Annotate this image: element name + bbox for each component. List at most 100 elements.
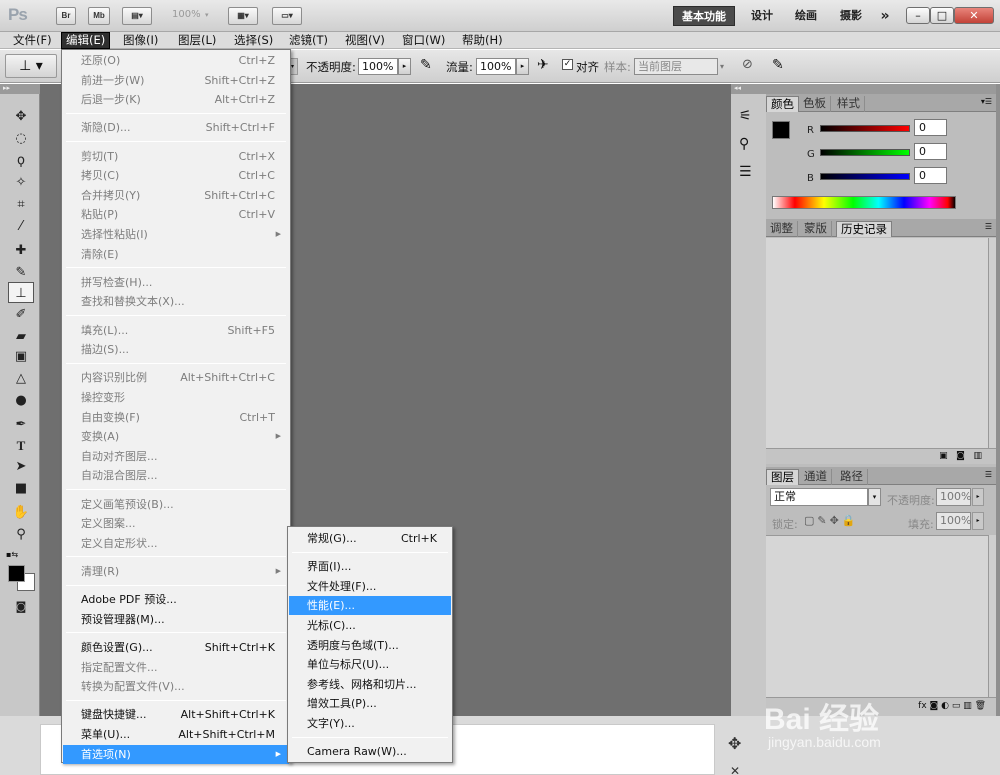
edit-menu-item[interactable]: 前进一步(W) Shift+Ctrl+Z <box>63 71 289 90</box>
color-panel-menu-icon[interactable]: ▾☰ <box>981 97 992 106</box>
menu-layer[interactable]: 图层(L) <box>174 32 220 49</box>
eyedropper-tool-icon[interactable]: ⁄ <box>8 216 34 237</box>
tab-channels[interactable]: 通道 <box>800 469 832 485</box>
workspace-essentials[interactable]: 基本功能 <box>673 6 735 26</box>
history-panel-menu-icon[interactable]: ☰ <box>985 222 992 231</box>
prefs-menu-item[interactable]: 界面(I)... <box>289 557 451 576</box>
prefs-menu-item[interactable]: 透明度与色域(T)... <box>289 636 451 655</box>
edit-menu-item[interactable]: 拼写检查(H)... <box>63 273 289 292</box>
zoom-tool-icon[interactable]: ⚲ <box>8 524 34 545</box>
sample-dropdown-icon[interactable]: ▾ <box>720 58 734 75</box>
ignore-adjustment-layers-icon[interactable]: ⊘ <box>742 57 753 72</box>
edit-menu-item[interactable]: 自动混合图层... <box>63 466 289 485</box>
edit-menu-item[interactable]: 操控变形 <box>63 388 289 407</box>
hand-tool-icon[interactable]: ✋ <box>8 502 34 523</box>
tab-styles[interactable]: 样式 <box>833 96 865 112</box>
sample-select[interactable]: 当前图层 <box>634 58 718 75</box>
tab-layers[interactable]: 图层 <box>766 469 799 485</box>
edit-menu-item[interactable]: 后退一步(K) Alt+Ctrl+Z <box>63 90 289 109</box>
workspace-design[interactable]: 设计 <box>742 6 782 26</box>
mode-dropdown-arrow-icon[interactable]: ▾ <box>290 58 298 75</box>
tab-masks[interactable]: 蒙版 <box>800 221 832 237</box>
path-selection-tool-icon[interactable]: ➤ <box>8 456 34 477</box>
edit-menu-item[interactable]: 查找和替换文本(X)... <box>63 292 289 311</box>
edit-menu-item[interactable]: 键盘快捷键... Alt+Shift+Ctrl+K <box>63 705 289 724</box>
edit-menu-item[interactable]: 预设管理器(M)... <box>63 610 289 629</box>
lock-icons[interactable]: ▢✎✥🔒 <box>804 514 859 527</box>
view-extras-button[interactable]: ▤▾ <box>122 7 152 25</box>
tab-adjustments[interactable]: 调整 <box>766 221 798 237</box>
prefs-menu-item[interactable]: 增效工具(P)... <box>289 694 451 713</box>
edit-menu-item[interactable]: 拷贝(C) Ctrl+C <box>63 166 289 185</box>
edit-menu-item[interactable]: 内容识别比例 Alt+Shift+Ctrl+C <box>63 368 289 387</box>
flow-slider-button[interactable]: ▸ <box>516 58 529 75</box>
airbrush-icon[interactable]: ✈ <box>537 57 549 73</box>
layer-opacity-input[interactable]: 100% <box>936 488 971 506</box>
crop-tool-icon[interactable]: ⌗ <box>8 194 34 215</box>
prefs-menu-item[interactable]: 单位与标尺(U)... <box>289 655 451 674</box>
dodge-tool-icon[interactable]: ● <box>8 390 34 411</box>
gradient-tool-icon[interactable]: ▣ <box>8 346 34 367</box>
prefs-menu-item[interactable]: 性能(E)... <box>289 596 451 616</box>
screen-mode-button[interactable]: ▭▾ <box>272 7 302 25</box>
bridge-button[interactable]: Br <box>56 7 76 25</box>
lasso-tool-icon[interactable]: ϙ <box>8 150 34 171</box>
close-x-icon[interactable]: ✕ <box>730 764 740 775</box>
color-spectrum-ramp[interactable] <box>772 196 956 209</box>
quick-selection-tool-icon[interactable]: ✧ <box>8 172 34 193</box>
edit-menu-item[interactable]: 转换为配置文件(V)... <box>63 677 289 696</box>
menu-select[interactable]: 选择(S) <box>230 32 277 49</box>
prefs-menu-item[interactable]: 参考线、网格和切片... <box>289 675 451 694</box>
channel-r-slider[interactable] <box>820 125 910 132</box>
menu-view[interactable]: 视图(V) <box>341 32 389 49</box>
shape-tool-icon[interactable]: ■ <box>8 478 34 499</box>
adjustments-panel-icon[interactable]: ⚟ <box>739 108 752 124</box>
workspace-photography[interactable]: 摄影 <box>831 6 871 26</box>
brush-tool-icon[interactable]: ✎ <box>8 262 34 283</box>
channel-r-input[interactable]: 0 <box>914 119 947 136</box>
maximize-button[interactable]: □ <box>930 7 954 24</box>
menu-window[interactable]: 窗口(W) <box>398 32 449 49</box>
eraser-tool-icon[interactable]: ▰ <box>8 326 34 347</box>
edit-menu-item[interactable]: 选择性粘贴(I) ▶ <box>63 225 289 244</box>
edit-menu-item[interactable]: 定义图案... <box>63 514 289 533</box>
blend-mode-select[interactable]: 正常 <box>770 488 868 506</box>
edit-menu-item[interactable]: 自由变换(F) Ctrl+T <box>63 408 289 427</box>
dock-collapse-icon[interactable]: ◂◂ <box>731 84 766 94</box>
clone-stamp-tool-icon[interactable]: ⊥ <box>8 282 34 303</box>
prefs-menu-item[interactable]: 文字(Y)... <box>289 714 451 733</box>
prefs-menu-item[interactable]: 光标(C)... <box>289 616 451 635</box>
edit-menu-item[interactable]: 指定配置文件... <box>63 658 289 677</box>
fill-input[interactable]: 100% <box>936 512 971 530</box>
edit-menu-item[interactable]: 定义画笔预设(B)... <box>63 495 289 514</box>
brush-panel-icon[interactable]: ☰ <box>739 164 752 180</box>
channel-b-slider[interactable] <box>820 173 910 180</box>
pen-tool-icon[interactable]: ✒ <box>8 414 34 435</box>
healing-brush-tool-icon[interactable]: ✚ <box>8 240 34 261</box>
edit-menu-item[interactable]: 菜单(U)... Alt+Shift+Ctrl+M <box>63 725 289 744</box>
default-colors-icon[interactable]: ▪⇆ <box>6 550 18 559</box>
type-tool-icon[interactable]: T <box>8 435 34 456</box>
clone-source-panel-icon[interactable]: ⚲ <box>739 136 749 152</box>
edit-menu-item[interactable]: 填充(L)... Shift+F5 <box>63 321 289 340</box>
history-brush-tool-icon[interactable]: ✐ <box>8 304 34 325</box>
edit-menu-item[interactable]: 自动对齐图层... <box>63 447 289 466</box>
prefs-menu-item[interactable]: Camera Raw(W)... <box>289 742 451 761</box>
menu-edit[interactable]: 编辑(E) <box>61 32 111 49</box>
arrange-documents-button[interactable]: ▦▾ <box>228 7 258 25</box>
clone-stamp-preset-icon[interactable]: ⊥ ▾ <box>5 54 57 78</box>
foreground-color-swatch[interactable] <box>8 565 25 582</box>
channel-g-input[interactable]: 0 <box>914 143 947 160</box>
history-footer-icons[interactable]: ▣ ◙ ▥ <box>766 448 996 464</box>
edit-menu-item[interactable]: 渐隐(D)... Shift+Ctrl+F <box>63 118 289 137</box>
blend-mode-dropdown-icon[interactable]: ▾ <box>868 488 881 506</box>
edit-menu-item[interactable]: 定义自定形状... <box>63 534 289 553</box>
history-list[interactable] <box>766 238 988 448</box>
edit-menu-item[interactable]: 描边(S)... <box>63 340 289 359</box>
flow-input[interactable]: 100% <box>476 58 516 75</box>
toolbox-collapse-icon[interactable]: ▸▸ <box>0 84 40 94</box>
layers-panel-menu-icon[interactable]: ☰ <box>985 470 992 479</box>
align-checkbox[interactable]: ✓ <box>562 59 573 70</box>
tab-swatches[interactable]: 色板 <box>799 96 831 112</box>
color-panel-foreground-swatch[interactable] <box>772 121 790 139</box>
